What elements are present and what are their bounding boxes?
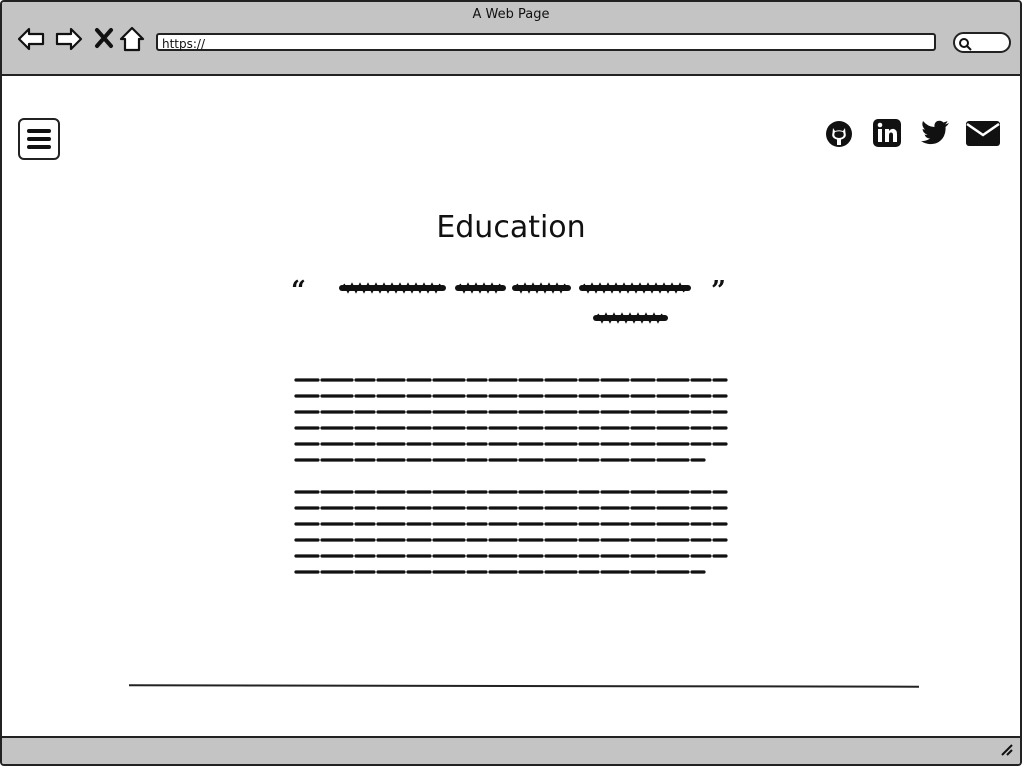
paragraph-placeholder — [294, 378, 728, 462]
search-icon — [958, 36, 972, 55]
page-title: Education — [436, 210, 586, 245]
open-quote-icon: “ — [291, 276, 306, 306]
browser-window: A Web Page https:// Education “ ” — [0, 0, 1022, 766]
paragraph-placeholder — [294, 490, 728, 574]
back-arrow-icon[interactable] — [16, 24, 46, 58]
stop-icon[interactable] — [94, 24, 114, 58]
home-icon[interactable] — [119, 24, 145, 58]
browser-chrome: A Web Page https:// — [2, 2, 1020, 76]
linkedin-icon[interactable] — [873, 119, 901, 151]
footer-divider — [128, 684, 920, 688]
menu-button[interactable] — [18, 118, 60, 160]
window-title: A Web Page — [472, 7, 550, 22]
nav-buttons — [16, 24, 146, 54]
email-icon[interactable] — [966, 119, 1000, 151]
address-bar[interactable]: https:// — [156, 33, 936, 51]
github-icon[interactable] — [824, 119, 854, 153]
twitter-icon[interactable] — [919, 119, 951, 151]
close-quote-icon: ” — [711, 276, 726, 306]
resize-grip-icon[interactable] — [998, 741, 1014, 761]
quote-text-placeholder — [339, 282, 691, 324]
browser-search-field[interactable] — [953, 32, 1011, 53]
forward-arrow-icon[interactable] — [54, 24, 84, 58]
status-bar — [2, 736, 1020, 764]
